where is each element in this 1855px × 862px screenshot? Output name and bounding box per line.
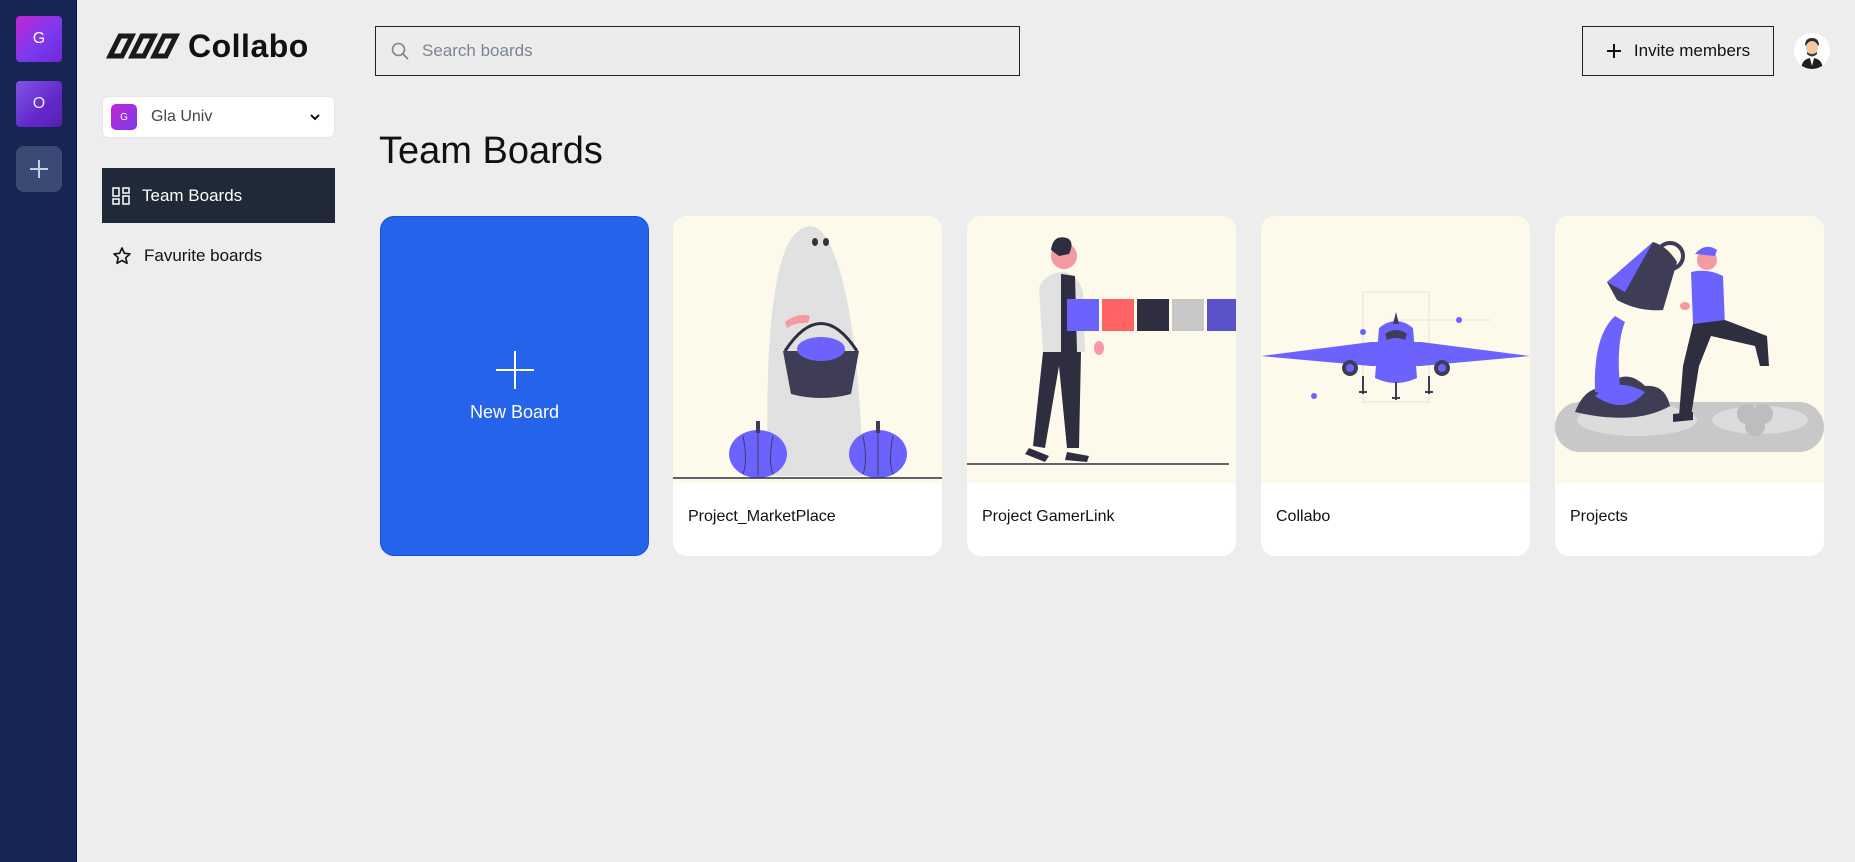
- board-thumbnail-person-pouring-paint: [1555, 216, 1824, 483]
- page-title: Team Boards: [379, 130, 603, 172]
- board-thumbnail-person-with-color-palette: [967, 216, 1236, 483]
- new-board-card[interactable]: New Board: [380, 216, 649, 556]
- plus-icon: [1606, 44, 1621, 58]
- invite-members-button[interactable]: Invite members: [1582, 26, 1774, 76]
- chevron-down-icon: [310, 114, 320, 121]
- star-icon: [113, 246, 131, 264]
- search-icon: [391, 42, 409, 60]
- collabo-logo-icon: [105, 33, 180, 59]
- board-name: Projects: [1570, 508, 1628, 525]
- board-card[interactable]: Collabo: [1261, 216, 1530, 556]
- airplane-illustration: [1261, 291, 1530, 403]
- dashboard-icon: [112, 186, 130, 205]
- new-board-label: New Board: [469, 401, 560, 422]
- nav-favorite-boards[interactable]: Favurite boards: [102, 228, 335, 283]
- pouring-paint-illustration: [1555, 241, 1824, 452]
- board-card[interactable]: Project GamerLink: [967, 216, 1236, 556]
- nav-team-boards-label: Team Boards: [142, 185, 243, 205]
- org-selector[interactable]: G Gla Univ: [102, 96, 335, 138]
- org-switch-o[interactable]: O: [16, 81, 62, 127]
- user-avatar-image: [1794, 33, 1830, 69]
- board-thumbnail-airplane: [1261, 216, 1530, 483]
- board-name: Collabo: [1276, 508, 1331, 525]
- app-logo[interactable]: Collabo: [102, 26, 309, 66]
- app-name: Collabo: [188, 27, 309, 64]
- user-avatar[interactable]: [1794, 33, 1830, 69]
- org-initial: O: [32, 95, 46, 112]
- search-box[interactable]: [375, 26, 1020, 76]
- org-rail: G O: [0, 0, 77, 862]
- board-card[interactable]: Projects: [1555, 216, 1824, 556]
- search-input[interactable]: [422, 41, 982, 61]
- add-org-button[interactable]: [16, 146, 62, 192]
- org-avatar: G: [111, 104, 137, 130]
- board-name: Project_MarketPlace: [688, 508, 836, 525]
- board-card[interactable]: Project_MarketPlace: [673, 216, 942, 556]
- org-name: Gla Univ: [151, 108, 213, 125]
- board-name: Project GamerLink: [982, 508, 1115, 525]
- nav-team-boards[interactable]: Team Boards: [102, 168, 335, 223]
- invite-members-label: Invite members: [1633, 41, 1751, 60]
- ghost-pumpkins-illustration: [673, 226, 942, 479]
- nav-favorite-boards-label: Favurite boards: [144, 245, 263, 265]
- person-palette-illustration: [967, 237, 1236, 465]
- org-avatar-initial: G: [120, 111, 128, 123]
- plus-icon: [30, 160, 48, 178]
- org-initial: G: [32, 30, 46, 47]
- sidebar: Collabo G Gla Univ Team Boards Favurite …: [78, 0, 350, 862]
- org-switch-g[interactable]: G: [16, 16, 62, 62]
- board-thumbnail-ghost-with-pumpkins: [673, 216, 942, 483]
- plus-icon: [495, 350, 534, 389]
